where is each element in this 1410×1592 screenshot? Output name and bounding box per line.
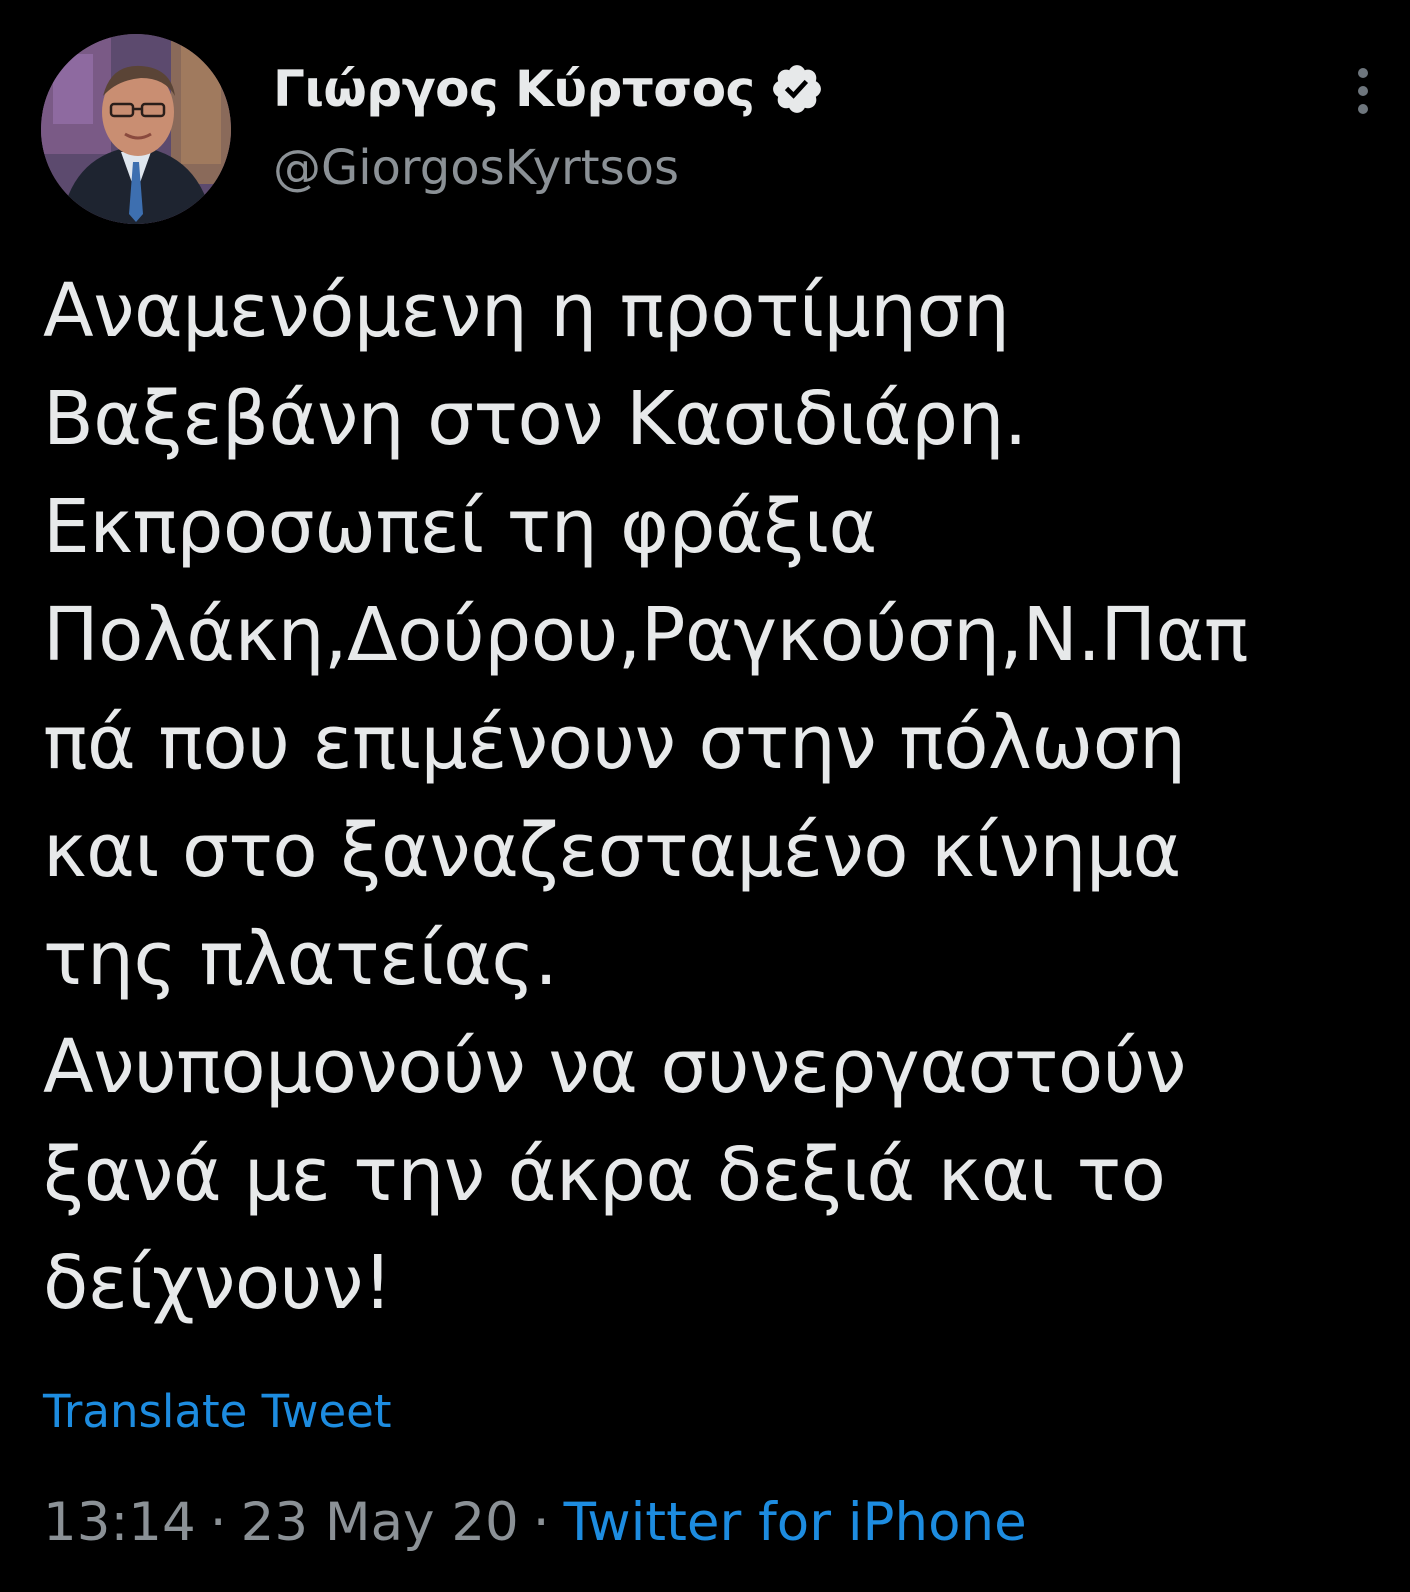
tweet-source-link[interactable]: Twitter for iPhone bbox=[564, 1492, 1027, 1553]
author-name-row[interactable]: Γιώργος Κύρτσος bbox=[273, 54, 825, 124]
profile-photo-icon bbox=[41, 34, 231, 224]
meta-separator: · bbox=[209, 1492, 227, 1553]
meta-separator: · bbox=[532, 1492, 550, 1553]
tweet-date[interactable]: 23 May 20 bbox=[241, 1492, 519, 1553]
translate-tweet-link[interactable]: Translate Tweet bbox=[43, 1385, 392, 1438]
author-display-name[interactable]: Γιώργος Κύρτσος bbox=[273, 60, 755, 118]
tweet-time[interactable]: 13:14 bbox=[43, 1492, 196, 1553]
tweet-detail: Γιώργος Κύρτσος @GiorgosKyrtsos Αναμενόμ… bbox=[0, 0, 1410, 1592]
tweet-text: Αναμενόμενη η προτίμηση Βαξεβάνη στον Κα… bbox=[43, 268, 1248, 1326]
verified-badge-icon bbox=[769, 61, 825, 117]
more-vertical-icon[interactable] bbox=[1350, 66, 1376, 116]
author-handle[interactable]: @GiorgosKyrtsos bbox=[273, 140, 679, 196]
tweet-metadata: 13:14 · 23 May 20 · Twitter for iPhone bbox=[43, 1492, 1027, 1553]
avatar[interactable] bbox=[41, 34, 231, 224]
